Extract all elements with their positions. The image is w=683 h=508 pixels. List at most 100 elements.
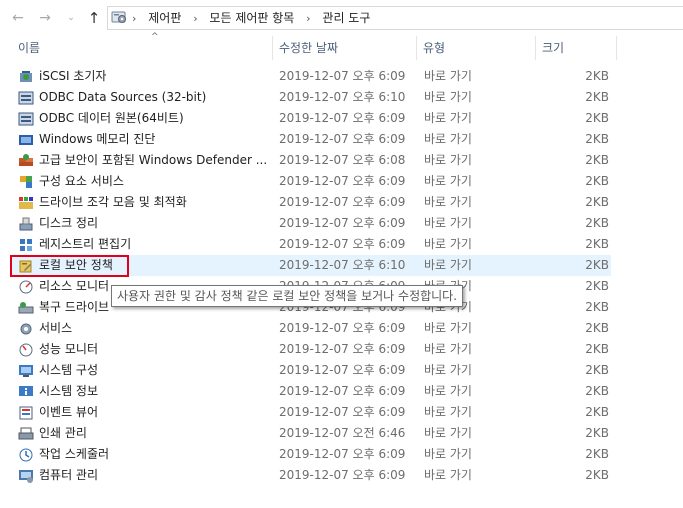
registry-icon (20, 239, 32, 251)
event-viewer-icon (19, 406, 33, 420)
file-name: Windows 메모리 진단 (39, 132, 156, 146)
file-row[interactable]: iSCSI 초기자 2019-12-07 오후 6:09 바로 가기 2KB (10, 66, 611, 87)
file-date: 2019-12-07 오후 6:09 (279, 69, 406, 83)
file-size: 2KB (585, 237, 609, 251)
column-header-date[interactable]: 수정한 날짜 (273, 34, 417, 62)
breadcrumb-separator[interactable]: › (306, 12, 310, 25)
file-name: 로컬 보안 정책 (39, 258, 113, 272)
file-row[interactable]: ODBC Data Sources (32-bit) 2019-12-07 오후 … (10, 87, 611, 108)
file-date: 2019-12-07 오후 6:09 (279, 111, 406, 125)
print-management-icon (18, 427, 34, 440)
file-size: 2KB (585, 153, 609, 167)
file-type: 바로 가기 (424, 174, 472, 188)
task-scheduler-icon (19, 448, 33, 462)
file-name: 고급 보안이 포함된 Windows Defender ... (39, 153, 268, 167)
file-type: 바로 가기 (424, 132, 472, 146)
component-services-icon (20, 176, 32, 188)
breadcrumb-separator[interactable]: › (193, 12, 197, 25)
file-date: 2019-12-07 오후 6:09 (279, 447, 406, 461)
file-name: 시스템 정보 (39, 384, 99, 398)
performance-monitor-icon (19, 343, 33, 357)
file-name: 컴퓨터 관리 (39, 468, 99, 482)
file-date: 2019-12-07 오후 6:09 (279, 216, 406, 230)
file-row[interactable]: 드라이브 조각 모음 및 최적화 2019-12-07 오후 6:09 바로 가기 2… (10, 192, 611, 213)
file-row[interactable]: 이벤트 뷰어 2019-12-07 오후 6:09 바로 가기 2KB (10, 402, 611, 423)
file-name: 레지스트리 편집기 (39, 237, 132, 251)
column-header-size[interactable]: 크기 (536, 34, 617, 62)
file-row[interactable]: 서비스 2019-12-07 오후 6:09 바로 가기 2KB (10, 318, 611, 339)
column-header-size-label: 크기 (542, 41, 565, 55)
file-type: 바로 가기 (424, 90, 472, 104)
file-row[interactable]: 시스템 정보 2019-12-07 오후 6:09 바로 가기 2KB (10, 381, 611, 402)
back-arrow-icon[interactable]: ← (9, 9, 27, 27)
file-row[interactable]: 인쇄 관리 2019-12-07 오전 6:46 바로 가기 2KB (10, 423, 611, 444)
recent-locations-dropdown-icon[interactable]: ⌄ (62, 9, 80, 27)
file-type: 바로 가기 (424, 468, 472, 482)
file-size: 2KB (585, 195, 609, 209)
breadcrumb-administrative-tools[interactable]: 관리 도구 (322, 11, 370, 25)
column-header-name[interactable]: 이름 ^ (12, 32, 273, 62)
breadcrumb-control-panel[interactable]: 제어판 (148, 11, 181, 25)
file-size: 2KB (585, 216, 609, 230)
file-type: 바로 가기 (424, 447, 472, 461)
file-date: 2019-12-07 오후 6:09 (279, 321, 406, 335)
file-row[interactable]: 로컬 보안 정책 2019-12-07 오후 6:10 바로 가기 2KB (10, 255, 611, 276)
file-name: 성능 모니터 (39, 342, 99, 356)
column-header-name-label: 이름 (18, 41, 41, 55)
file-row[interactable]: 시스템 구성 2019-12-07 오후 6:09 바로 가기 2KB (10, 360, 611, 381)
file-size: 2KB (585, 363, 609, 377)
file-row[interactable]: 레지스트리 편집기 2019-12-07 오후 6:09 바로 가기 2KB (10, 234, 611, 255)
file-size: 2KB (585, 174, 609, 188)
file-name: 이벤트 뷰어 (39, 405, 99, 419)
file-type: 바로 가기 (424, 216, 472, 230)
navigation-bar: ← → ⌄ ↑ › 제어판 › 모든 제어판 항목 › 관리 도구 (0, 0, 683, 34)
security-policy-icon (19, 260, 32, 273)
resource-monitor-icon (19, 280, 33, 294)
column-header-row: 이름 ^ 수정한 날짜 유형 크기 (0, 32, 683, 62)
file-name: ODBC 데이터 원본(64비트) (39, 111, 184, 125)
file-size: 2KB (585, 69, 609, 83)
recovery-drive-icon (18, 302, 34, 314)
file-date: 2019-12-07 오후 6:09 (279, 237, 406, 251)
iscsi-icon (20, 71, 32, 82)
file-name: 서비스 (39, 321, 73, 335)
column-header-date-label: 수정한 날짜 (279, 41, 339, 55)
column-header-type[interactable]: 유형 (417, 34, 536, 62)
file-size: 2KB (585, 447, 609, 461)
file-date: 2019-12-07 오후 6:09 (279, 405, 406, 419)
file-row[interactable]: 디스크 정리 2019-12-07 오후 6:09 바로 가기 2KB (10, 213, 611, 234)
file-size: 2KB (585, 90, 609, 104)
file-row[interactable]: 성능 모니터 2019-12-07 오후 6:09 바로 가기 2KB (10, 339, 611, 360)
breadcrumb-separator[interactable]: › (132, 12, 136, 25)
file-name: 복구 드라이브 (39, 300, 110, 314)
up-arrow-icon[interactable]: ↑ (85, 9, 103, 27)
breadcrumb: › 제어판 › 모든 제어판 항목 › 관리 도구 (130, 7, 370, 29)
file-name: 시스템 구성 (39, 363, 99, 377)
file-size: 2KB (585, 132, 609, 146)
column-divider[interactable] (616, 36, 617, 60)
file-row[interactable]: ODBC 데이터 원본(64비트) 2019-12-07 오후 6:09 바로 가기… (10, 108, 611, 129)
file-row[interactable]: 작업 스케줄러 2019-12-07 오후 6:09 바로 가기 2KB (10, 444, 611, 465)
file-size: 2KB (585, 468, 609, 482)
file-name: 구성 요소 서비스 (39, 174, 124, 188)
file-type: 바로 가기 (424, 69, 472, 83)
memory-diagnostic-icon (19, 135, 33, 145)
file-name: 리소스 모니터 (39, 279, 110, 293)
file-row[interactable]: 고급 보안이 포함된 Windows Defender ... 2019-12-0… (10, 150, 611, 171)
file-type: 바로 가기 (424, 384, 472, 398)
file-date: 2019-12-07 오후 6:10 (279, 258, 406, 272)
file-date: 2019-12-07 오후 6:09 (279, 468, 406, 482)
file-row[interactable]: Windows 메모리 진단 2019-12-07 오후 6:09 바로 가기 2KB (10, 129, 611, 150)
file-row[interactable]: 구성 요소 서비스 2019-12-07 오후 6:09 바로 가기 2KB (10, 171, 611, 192)
address-box[interactable]: › 제어판 › 모든 제어판 항목 › 관리 도구 (107, 6, 683, 30)
file-date: 2019-12-07 오후 6:09 (279, 195, 406, 209)
file-name: ODBC Data Sources (32-bit) (39, 90, 207, 104)
breadcrumb-all-control-panel-items[interactable]: 모든 제어판 항목 (209, 11, 294, 25)
file-date: 2019-12-07 오후 6:09 (279, 342, 406, 356)
file-row[interactable]: 컴퓨터 관리 2019-12-07 오후 6:09 바로 가기 2KB (10, 465, 611, 486)
file-size: 2KB (585, 426, 609, 440)
file-date: 2019-12-07 오전 6:46 (279, 426, 406, 440)
file-type: 바로 가기 (424, 111, 472, 125)
system-config-icon (19, 365, 33, 377)
forward-arrow-icon[interactable]: → (36, 9, 54, 27)
